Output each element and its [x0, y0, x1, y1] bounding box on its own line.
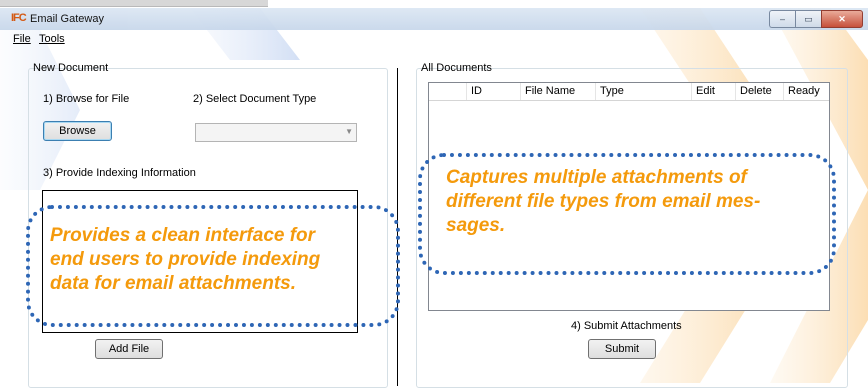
menu-bar: File Tools: [0, 33, 868, 49]
submit-button[interactable]: Submit: [588, 339, 656, 359]
attachments-callout-line-3: sages.: [446, 215, 506, 236]
step3-label: 3) Provide Indexing Information: [43, 167, 196, 179]
attachments-callout-line-2: different file types from email mes-: [446, 191, 761, 212]
indexing-callout-line-2: end users to provide indexing: [50, 249, 321, 270]
document-type-select[interactable]: ▼: [195, 123, 357, 142]
indexing-callout-line-1: Provides a clean interface for: [50, 225, 316, 246]
table-header: ID File Name Type Edit Delete Ready: [429, 83, 829, 101]
column-header-delete[interactable]: Delete: [736, 83, 784, 100]
column-header-type[interactable]: Type: [596, 83, 692, 100]
step2-label: 2) Select Document Type: [193, 93, 317, 105]
attachments-callout-line-1: Captures multiple attachments of: [446, 167, 747, 188]
column-header-ready[interactable]: Ready: [784, 83, 828, 100]
minimize-button[interactable]: –: [769, 10, 795, 28]
new-document-legend: New Document: [33, 62, 109, 74]
window-title: Email Gateway: [30, 13, 104, 25]
maximize-button[interactable]: ▭: [795, 10, 821, 28]
menu-tools[interactable]: Tools: [39, 33, 65, 45]
title-bar: IFC Email Gateway – ▭ ✕: [0, 8, 868, 30]
window-controls: – ▭ ✕: [769, 10, 863, 28]
chevron-down-icon: ▼: [345, 127, 353, 136]
attachments-callout-text: Captures multiple attachments of differe…: [446, 166, 760, 238]
top-strip: [0, 0, 268, 7]
app-logo-icon: IFC: [11, 12, 27, 24]
indexing-callout-line-3: data for email attachments.: [50, 273, 297, 294]
column-header-edit[interactable]: Edit: [692, 83, 736, 100]
all-documents-legend: All Documents: [421, 62, 492, 74]
close-button[interactable]: ✕: [821, 10, 863, 28]
column-header-id[interactable]: ID: [467, 83, 521, 100]
indexing-callout-text: Provides a clean interface for end users…: [50, 224, 320, 296]
step1-label: 1) Browse for File: [43, 93, 130, 105]
column-header-file-name[interactable]: File Name: [521, 83, 596, 100]
step4-label: 4) Submit Attachments: [571, 320, 682, 332]
menu-file[interactable]: File: [13, 33, 31, 45]
column-header-select: [429, 83, 467, 100]
browse-button[interactable]: Browse: [43, 121, 112, 141]
add-file-button[interactable]: Add File: [95, 339, 163, 359]
